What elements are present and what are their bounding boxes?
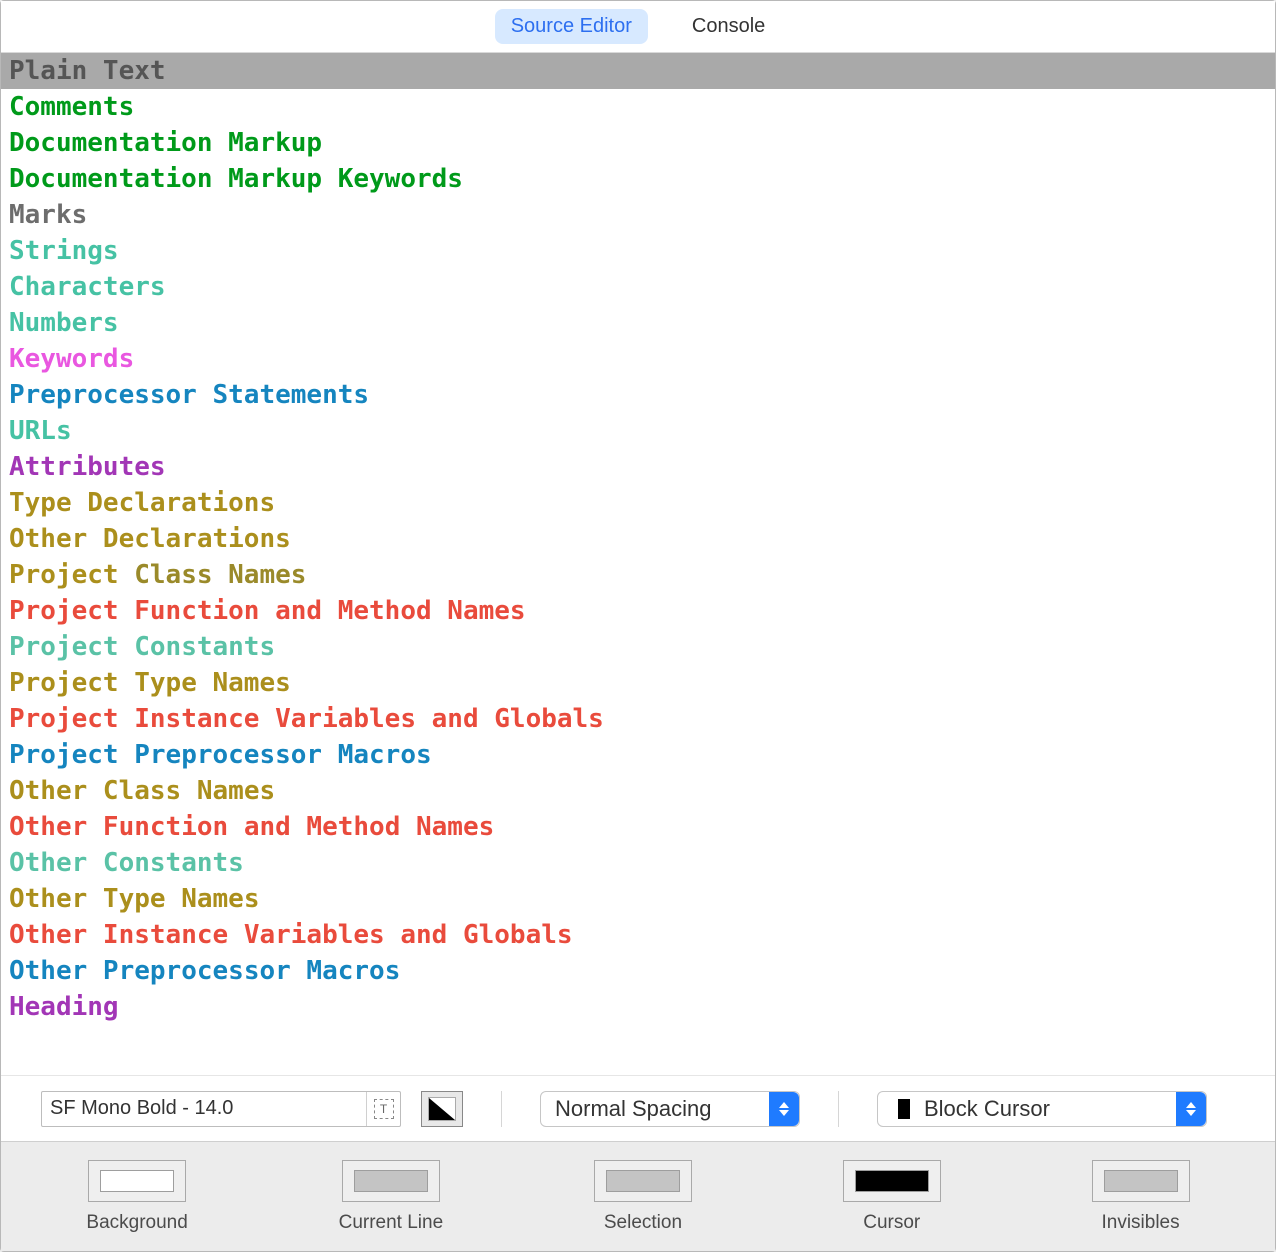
syntax-item-part: Class Names xyxy=(87,776,275,806)
syntax-item[interactable]: Preprocessor Statements xyxy=(1,377,1275,413)
syntax-item[interactable]: Project Class Names xyxy=(1,557,1275,593)
syntax-item[interactable]: Project Function and Method Names xyxy=(1,593,1275,629)
swatch-invisibles[interactable]: Invisibles xyxy=(1092,1160,1190,1234)
syntax-list: Plain TextCommentsDocumentation MarkupDo… xyxy=(1,53,1275,1075)
syntax-item[interactable]: Keywords xyxy=(1,341,1275,377)
syntax-item-part: Type Names xyxy=(119,668,291,698)
syntax-item-part: Other xyxy=(9,776,87,806)
swatch-label: Cursor xyxy=(863,1212,920,1234)
syntax-item[interactable]: URLs xyxy=(1,413,1275,449)
syntax-item[interactable]: Other Class Names xyxy=(1,773,1275,809)
syntax-item[interactable]: Characters xyxy=(1,269,1275,305)
cursor-style-label: Block Cursor xyxy=(924,1096,1176,1122)
font-field[interactable]: SF Mono Bold - 14.0 xyxy=(41,1091,401,1127)
syntax-item-part: Other xyxy=(9,956,87,986)
font-value: SF Mono Bold - 14.0 xyxy=(42,1097,366,1120)
syntax-item-part: Project xyxy=(9,632,119,662)
syntax-item-part: Class Names xyxy=(119,560,307,590)
syntax-item[interactable]: Project Preprocessor Macros xyxy=(1,737,1275,773)
syntax-item[interactable]: Documentation Markup Keywords xyxy=(1,161,1275,197)
syntax-item-part: Instance Variables and Globals xyxy=(119,704,604,734)
swatch-selection[interactable]: Selection xyxy=(594,1160,692,1234)
syntax-item[interactable]: Heading xyxy=(1,989,1275,1025)
syntax-item[interactable]: Other Declarations xyxy=(1,521,1275,557)
stepper-icon xyxy=(769,1092,799,1126)
syntax-item-part: Project xyxy=(9,668,119,698)
syntax-item-part: Function and Method Names xyxy=(119,596,526,626)
swatch-label: Selection xyxy=(604,1212,682,1234)
syntax-item-part: Other xyxy=(9,884,87,914)
syntax-item-part: Type Names xyxy=(87,884,259,914)
tab-console[interactable]: Console xyxy=(676,9,781,44)
syntax-item-part: Project xyxy=(9,560,119,590)
swatch-label: Current Line xyxy=(339,1212,444,1234)
syntax-item-part: Project xyxy=(9,740,119,770)
tab-bar: Source Editor Console xyxy=(1,1,1275,53)
syntax-item[interactable]: Project Instance Variables and Globals xyxy=(1,701,1275,737)
swatch-background[interactable]: Background xyxy=(86,1160,187,1234)
divider xyxy=(838,1091,839,1127)
syntax-item-part: Preprocessor Macros xyxy=(87,956,400,986)
font-picker-button[interactable] xyxy=(366,1092,400,1126)
line-spacing-label: Normal Spacing xyxy=(555,1096,769,1122)
syntax-item[interactable]: Comments xyxy=(1,89,1275,125)
syntax-item-part: Other xyxy=(9,848,87,878)
cursor-style-popup[interactable]: Block Cursor xyxy=(877,1091,1207,1127)
line-spacing-popup[interactable]: Normal Spacing xyxy=(540,1091,800,1127)
syntax-item-part: Project xyxy=(9,596,119,626)
syntax-item[interactable]: Other Preprocessor Macros xyxy=(1,953,1275,989)
text-color-well[interactable] xyxy=(421,1091,463,1127)
color-swatch-bar: Background Current Line Selection Cursor… xyxy=(1,1141,1275,1251)
syntax-item[interactable]: Other Constants xyxy=(1,845,1275,881)
syntax-item[interactable]: Documentation Markup xyxy=(1,125,1275,161)
syntax-item-part: Constants xyxy=(119,632,276,662)
font-controls-row: SF Mono Bold - 14.0 Normal Spacing Block… xyxy=(1,1075,1275,1141)
syntax-item-part: Other xyxy=(9,920,87,950)
swatch-current-line[interactable]: Current Line xyxy=(339,1160,444,1234)
syntax-item[interactable]: Type Declarations xyxy=(1,485,1275,521)
syntax-item-part: Preprocessor Macros xyxy=(119,740,432,770)
swatch-label: Invisibles xyxy=(1101,1212,1179,1234)
font-picker-icon xyxy=(374,1099,394,1119)
swatch-label: Background xyxy=(86,1212,187,1234)
syntax-item-part: Project xyxy=(9,704,119,734)
syntax-item-part: Constants xyxy=(87,848,244,878)
syntax-item[interactable]: Marks xyxy=(1,197,1275,233)
syntax-item[interactable]: Strings xyxy=(1,233,1275,269)
syntax-item[interactable]: Plain Text xyxy=(1,53,1275,89)
tab-source-editor[interactable]: Source Editor xyxy=(495,9,648,44)
syntax-item[interactable]: Project Constants xyxy=(1,629,1275,665)
syntax-item[interactable]: Other Function and Method Names xyxy=(1,809,1275,845)
syntax-item[interactable]: Other Type Names xyxy=(1,881,1275,917)
color-triangle-icon xyxy=(429,1098,455,1120)
syntax-item[interactable]: Attributes xyxy=(1,449,1275,485)
syntax-item[interactable]: Project Type Names xyxy=(1,665,1275,701)
syntax-item-part: Instance Variables and Globals xyxy=(87,920,572,950)
syntax-item-part: Function and Method Names xyxy=(87,812,494,842)
syntax-item[interactable]: Other Instance Variables and Globals xyxy=(1,917,1275,953)
swatch-cursor[interactable]: Cursor xyxy=(843,1160,941,1234)
syntax-item[interactable]: Numbers xyxy=(1,305,1275,341)
block-cursor-icon xyxy=(892,1099,916,1119)
divider xyxy=(501,1091,502,1127)
syntax-item-part: Other xyxy=(9,812,87,842)
stepper-icon xyxy=(1176,1092,1206,1126)
